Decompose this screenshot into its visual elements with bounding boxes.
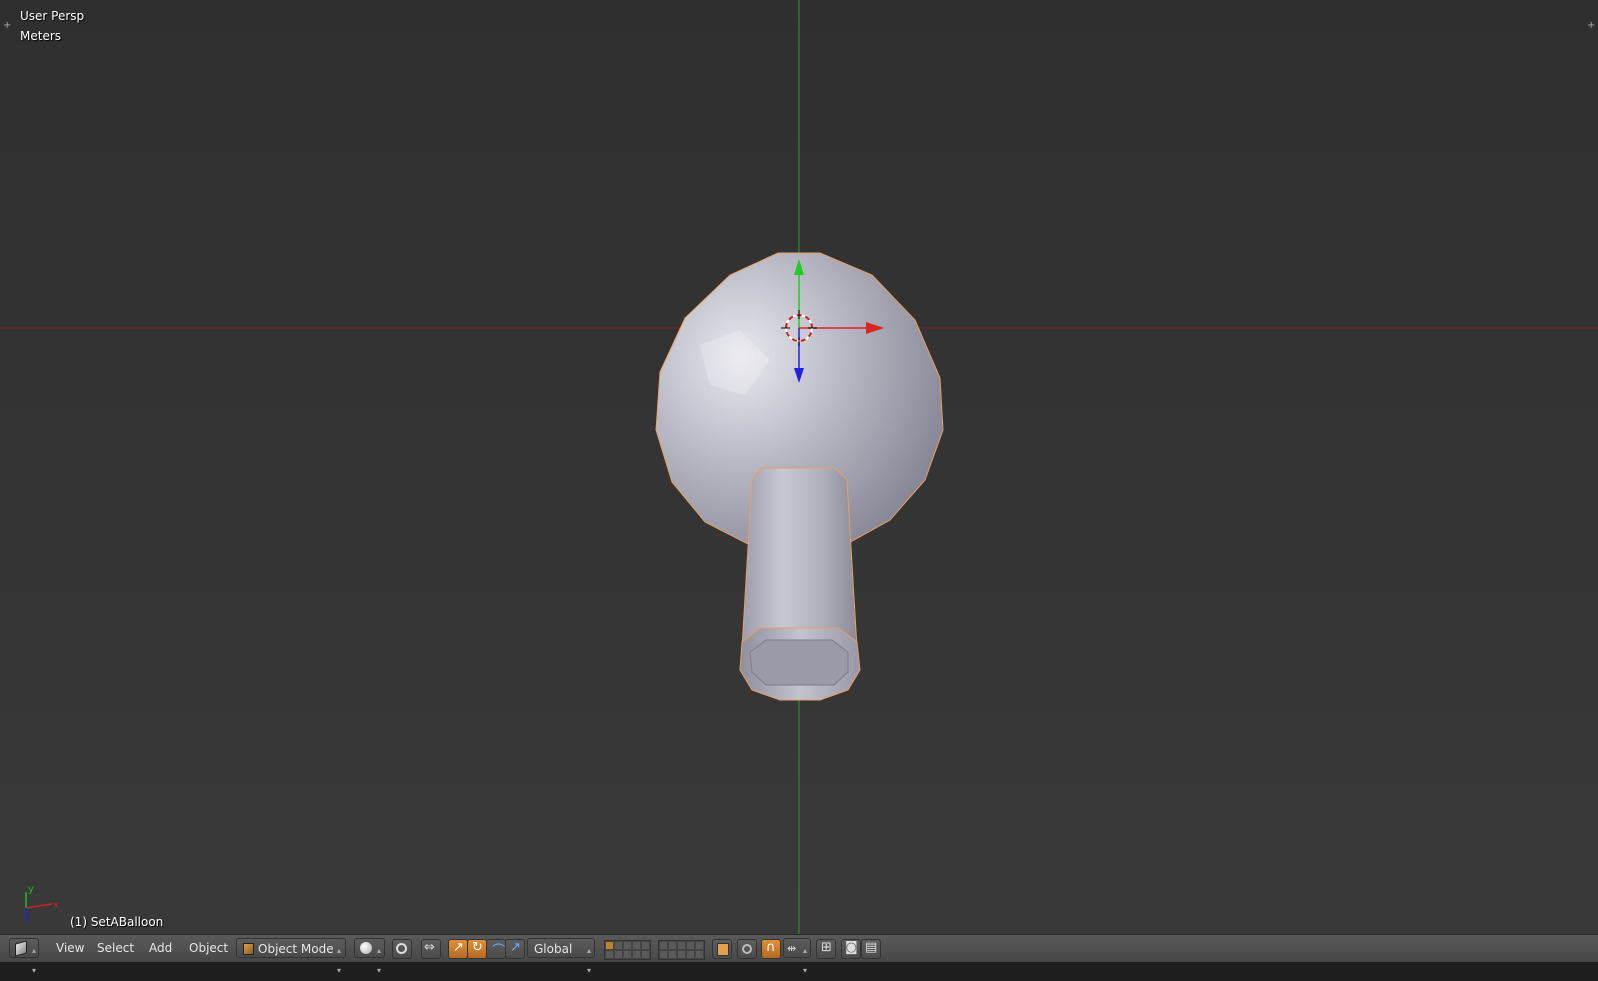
layer-button[interactable] bbox=[668, 950, 677, 959]
scale-manipulator-button[interactable]: ⌒ bbox=[486, 939, 506, 959]
layer-button[interactable] bbox=[641, 950, 650, 959]
editor-type-button[interactable]: ▴ ▾ bbox=[9, 938, 39, 975]
layer-button[interactable] bbox=[695, 950, 704, 959]
layer-button[interactable] bbox=[659, 941, 668, 950]
mode-selector[interactable]: Object Mode ▴ ▾ bbox=[236, 938, 346, 975]
opengl-render-button[interactable]: ◙ bbox=[841, 939, 861, 959]
layer-button[interactable] bbox=[632, 941, 641, 950]
solid-shading-icon bbox=[360, 942, 372, 954]
layer-button[interactable] bbox=[623, 950, 632, 959]
chevron-updown-icon: ▴ ▾ bbox=[32, 946, 37, 975]
translate-icon: ↗ bbox=[453, 940, 464, 955]
translate-manipulator-button[interactable]: ↗ bbox=[448, 939, 468, 959]
balloon-neck bbox=[741, 467, 858, 649]
layer-button[interactable] bbox=[605, 941, 614, 950]
arrow-icon: ↗ bbox=[510, 940, 521, 955]
snap-increment-icon: ⇹ bbox=[787, 942, 797, 955]
axes-x-label: x bbox=[53, 900, 59, 911]
layer-button[interactable] bbox=[623, 941, 632, 950]
chevron-updown-icon: ▴ ▾ bbox=[337, 946, 342, 975]
layer-button[interactable] bbox=[605, 950, 614, 959]
menu-add[interactable]: Add bbox=[143, 938, 178, 959]
lock-layers-button[interactable] bbox=[712, 939, 732, 959]
snap-target-icon: ⊞ bbox=[821, 940, 832, 955]
layer-button[interactable] bbox=[668, 941, 677, 950]
chevron-updown-icon: ▴ ▾ bbox=[803, 946, 808, 975]
layer-button[interactable] bbox=[686, 950, 695, 959]
chevron-updown-icon: ▴ ▾ bbox=[377, 946, 382, 975]
balloon-lip-inner bbox=[749, 639, 849, 686]
menu-object[interactable]: Object bbox=[183, 938, 234, 959]
clapperboard-icon: ▤ bbox=[865, 940, 878, 955]
viewport-shading-selector[interactable]: ▴ ▾ bbox=[354, 938, 385, 975]
layer-button[interactable] bbox=[695, 941, 704, 950]
transform-orientation-selector[interactable]: Global ▴ ▾ bbox=[527, 938, 595, 975]
snap-target-button[interactable]: ⊞ bbox=[816, 939, 836, 959]
opengl-animation-button[interactable]: ▤ bbox=[861, 939, 881, 959]
layer-button[interactable] bbox=[677, 950, 686, 959]
object-mode-icon bbox=[243, 943, 254, 955]
layer-button[interactable] bbox=[632, 950, 641, 959]
layer-button[interactable] bbox=[614, 950, 623, 959]
orientation-axes-icon: y x bbox=[25, 884, 59, 923]
layer-button[interactable] bbox=[686, 941, 695, 950]
pivot-icon bbox=[396, 943, 407, 954]
chevron-updown-icon: ▴ ▾ bbox=[587, 946, 592, 975]
mode-label: Object Mode bbox=[258, 942, 334, 956]
magnet-icon: ∩ bbox=[766, 940, 776, 955]
proportional-edit-button[interactable] bbox=[737, 939, 757, 959]
manipulator-icon: ⇔ bbox=[424, 940, 435, 955]
menu-view[interactable]: View bbox=[50, 938, 90, 959]
axes-y-label: y bbox=[28, 884, 34, 895]
snap-toggle-button[interactable]: ∩ bbox=[761, 939, 781, 959]
pivot-point-button[interactable] bbox=[392, 939, 412, 959]
layers-group-1[interactable] bbox=[604, 940, 651, 960]
layer-lock-icon bbox=[717, 943, 729, 956]
3d-viewport[interactable]: User Persp Meters + + y x (1) SetABalloo… bbox=[0, 0, 1598, 934]
scene-canvas: y x bbox=[0, 0, 1598, 934]
rotate-manipulator-button[interactable]: ↻ bbox=[467, 939, 487, 959]
menu-select[interactable]: Select bbox=[91, 938, 140, 959]
layers-group-2[interactable] bbox=[658, 940, 705, 960]
orientation-label: Global bbox=[534, 942, 573, 956]
layer-button[interactable] bbox=[677, 941, 686, 950]
scale-icon: ⌒ bbox=[492, 944, 506, 959]
layer-button[interactable] bbox=[614, 941, 623, 950]
viewport-header: ▴ ▾ View Select Add Object Object Mode ▴ ▾… bbox=[0, 934, 1598, 975]
manipulator-toggle[interactable]: ⇔ bbox=[421, 939, 441, 959]
rotate-icon: ↻ bbox=[472, 940, 483, 955]
layer-button[interactable] bbox=[641, 941, 650, 950]
proportional-edit-icon bbox=[742, 944, 752, 954]
camera-icon: ◙ bbox=[845, 940, 858, 955]
layer-button[interactable] bbox=[659, 950, 668, 959]
active-object-label: (1) SetABalloon bbox=[70, 915, 164, 929]
manipulator-arrow-button[interactable]: ↗ bbox=[505, 939, 525, 959]
snap-element-selector[interactable]: ⇹ ▴ ▾ bbox=[783, 938, 811, 975]
cube-editor-icon bbox=[15, 940, 27, 957]
